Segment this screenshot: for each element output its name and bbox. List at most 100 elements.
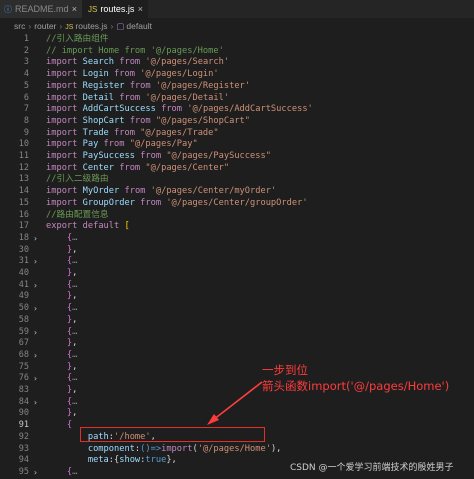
code-line[interactable]: 15 import GroupOrder from '@/pages/Center…: [0, 198, 474, 210]
code-text: import Pay from "@/pages/Pay": [46, 139, 198, 150]
line-number: 58: [18, 314, 29, 325]
tab-label: routes.js: [100, 4, 135, 14]
line-number: 2: [23, 45, 29, 56]
line-number: 10: [18, 139, 29, 150]
callout-text: 箭头函数import('@/pages/Home'): [262, 379, 450, 393]
code-line[interactable]: 68 › {…: [0, 350, 474, 362]
line-number: 6: [23, 92, 29, 103]
line-number: 11: [18, 151, 29, 161]
code-text: //引入路由组件: [46, 34, 109, 44]
breadcrumb-item[interactable]: router: [34, 21, 56, 31]
chevron-right-icon: ›: [28, 21, 32, 31]
code-text: export default [: [46, 221, 130, 232]
close-icon[interactable]: ×: [72, 0, 77, 18]
code-text: {…: [66, 256, 78, 267]
tab-label: README.md: [15, 4, 69, 14]
code-line[interactable]: 18 › {…: [0, 233, 474, 245]
code-line[interactable]: 2 // import Home from '@/pages/Home': [0, 46, 474, 58]
code-text: import PaySuccess from "@/pages/PaySucce…: [46, 151, 271, 161]
code-editor[interactable]: 1 //引入路由组件 2 // import Home from '@/pages/H…: [0, 34, 474, 477]
code-line[interactable]: 49 },: [0, 291, 474, 303]
fold-chevron-icon[interactable]: ›: [33, 350, 38, 362]
code-text: // import Home from '@/pages/Home': [46, 45, 224, 56]
tab-bar: ⓘ README.md × JS routes.js ×: [0, 0, 474, 18]
code-text: {…: [66, 349, 78, 360]
code-line[interactable]: 90 },: [0, 408, 474, 420]
code-line[interactable]: 50 › {…: [0, 303, 474, 315]
line-number: 14: [18, 186, 29, 197]
code-line[interactable]: 14 import MyOrder from '@/pages/Center/my…: [0, 186, 474, 198]
code-line[interactable]: 75 },: [0, 362, 474, 374]
code-line[interactable]: 41 › {…: [0, 280, 474, 292]
line-number: 18: [18, 232, 29, 243]
code-text: import ShopCart from "@/pages/ShopCart": [46, 115, 251, 126]
fold-chevron-icon[interactable]: ›: [33, 327, 38, 339]
code-text: {…: [66, 326, 78, 337]
code-line[interactable]: 1 //引入路由组件: [0, 34, 474, 46]
code-text: import Search from '@/pages/Search': [46, 57, 230, 68]
code-text: meta:{show:true},: [87, 455, 177, 466]
code-line[interactable]: 67 },: [0, 338, 474, 350]
highlight-box: [80, 427, 265, 442]
code-line[interactable]: 40 },: [0, 268, 474, 280]
fold-chevron-icon[interactable]: ›: [33, 397, 38, 409]
line-number: 49: [18, 291, 29, 302]
line-number: 31: [18, 256, 29, 267]
line-number: 59: [18, 326, 29, 337]
breadcrumb-item[interactable]: src: [14, 21, 25, 31]
fold-chevron-icon[interactable]: ›: [33, 256, 38, 268]
js-file-icon: JS: [88, 5, 98, 14]
code-line[interactable]: 84 › {…: [0, 397, 474, 409]
code-line[interactable]: 6 import Detail from '@/pages/Detail': [0, 93, 474, 105]
line-number: 67: [18, 338, 29, 349]
code-text: import Login from '@/pages/Login': [46, 69, 219, 80]
code-line[interactable]: 30 },: [0, 245, 474, 257]
code-line[interactable]: 8 import ShopCart from "@/pages/ShopCart": [0, 116, 474, 128]
line-number: 93: [18, 443, 29, 454]
code-line[interactable]: 16 //路由配置信息: [0, 210, 474, 222]
fold-chevron-icon[interactable]: ›: [33, 303, 38, 315]
fold-chevron-icon[interactable]: ›: [33, 280, 38, 292]
tab-routes[interactable]: JS routes.js ×: [82, 0, 148, 18]
code-line[interactable]: 10 import Pay from "@/pages/Pay": [0, 139, 474, 151]
line-number: 75: [18, 361, 29, 372]
line-number: 94: [18, 455, 29, 466]
close-icon[interactable]: ×: [138, 0, 143, 18]
fold-chevron-icon[interactable]: ›: [33, 233, 38, 245]
line-number: 30: [18, 244, 29, 255]
symbol-icon: ▢: [116, 21, 125, 31]
code-text: {…: [66, 232, 78, 243]
line-number: 41: [18, 279, 29, 290]
code-line[interactable]: 58 },: [0, 315, 474, 327]
code-line[interactable]: 17 export default [: [0, 221, 474, 233]
line-number: 50: [18, 303, 29, 314]
line-number: 7: [23, 104, 29, 115]
code-text: },: [66, 291, 78, 302]
code-text: import AddCartSuccess from '@/pages/AddC…: [46, 104, 313, 115]
code-text: import Detail from '@/pages/Detail': [46, 92, 230, 103]
line-number: 4: [23, 69, 29, 80]
code-line[interactable]: 93 component:()=>import('@/pages/Home'),: [0, 444, 474, 456]
code-line[interactable]: 3 import Search from '@/pages/Search': [0, 57, 474, 69]
code-text: import Register from '@/pages/Register': [46, 80, 251, 91]
code-line[interactable]: 9 import Trade from "@/pages/Trade": [0, 128, 474, 140]
code-line[interactable]: 59 › {…: [0, 327, 474, 339]
fold-chevron-icon[interactable]: ›: [33, 373, 38, 385]
code-line[interactable]: 12 import Center from "@/pages/Center": [0, 163, 474, 175]
code-line[interactable]: 13 //引入二级路由: [0, 174, 474, 186]
line-number: 16: [18, 209, 29, 220]
code-line[interactable]: 7 import AddCartSuccess from '@/pages/Add…: [0, 104, 474, 116]
tab-readme[interactable]: ⓘ README.md ×: [0, 0, 82, 18]
line-number: 68: [18, 349, 29, 360]
code-line[interactable]: 31 › {…: [0, 256, 474, 268]
code-text: },: [66, 244, 78, 255]
fold-chevron-icon[interactable]: ›: [33, 467, 38, 479]
callout-title: 一步到位: [262, 363, 308, 377]
breadcrumb-item[interactable]: default: [126, 21, 152, 31]
code-line[interactable]: 11 import PaySuccess from "@/pages/PaySuc…: [0, 151, 474, 163]
code-line[interactable]: 4 import Login from '@/pages/Login': [0, 69, 474, 81]
code-text: {…: [66, 466, 78, 477]
code-line[interactable]: 5 import Register from '@/pages/Register': [0, 81, 474, 93]
line-number: 92: [18, 431, 29, 442]
breadcrumb-item[interactable]: routes.js: [75, 21, 107, 31]
